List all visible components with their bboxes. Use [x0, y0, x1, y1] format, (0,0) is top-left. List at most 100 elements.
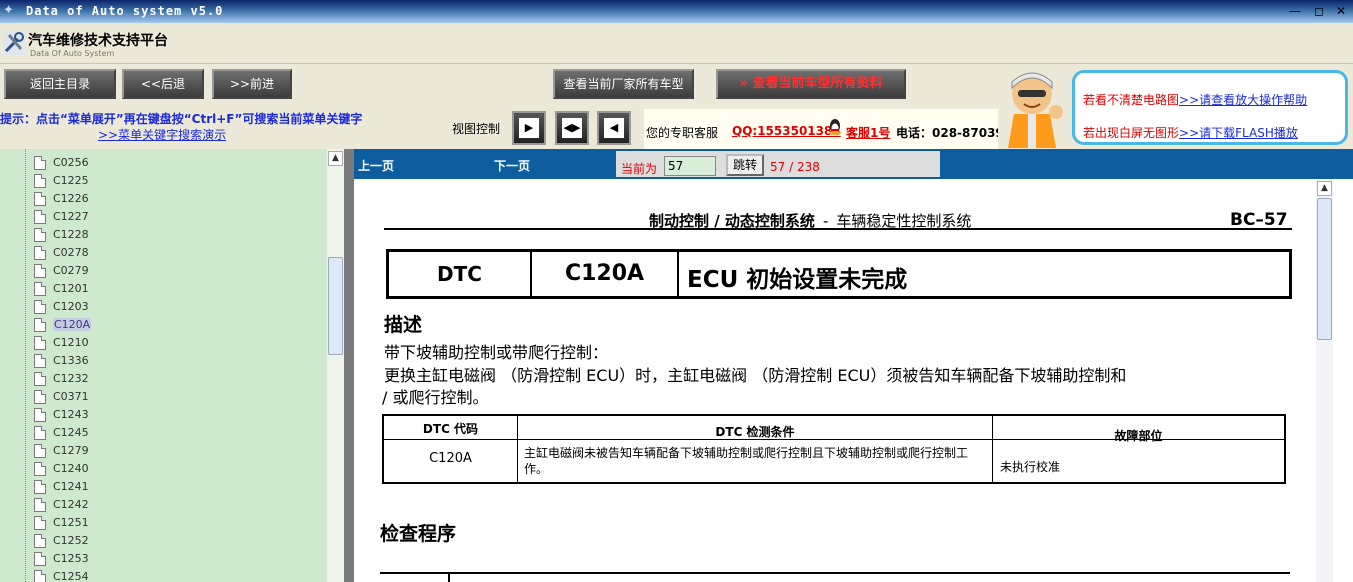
description-line-1: 带下坡辅助控制或带爬行控制： [384, 343, 609, 362]
main-toolbar: 返回主目录 <<后退 >>前进 查看当前厂家所有车型 » 查看当前车型所有资料 [0, 64, 998, 109]
arrow-right-icon: ▶ [519, 118, 539, 138]
document-icon [34, 228, 46, 242]
jump-button[interactable]: 跳转 [726, 154, 764, 176]
tree-item-label: C0371 [53, 390, 89, 403]
cell-detection-condition: 主缸电磁阀未被告知车辆配备下坡辅助控制或爬行控制且下坡辅助控制或爬行控制工作。 [524, 446, 969, 476]
view-right-button[interactable]: ▶ [512, 111, 546, 145]
document-icon [34, 174, 46, 188]
search-hint: 提示：点击“菜单展开”再在键盘按“Ctrl+F”可搜索当前菜单关键字 [0, 112, 363, 126]
service-link[interactable]: 客服1号 [846, 124, 890, 141]
document-scrollbar[interactable]: ▲ [1316, 179, 1333, 582]
flash-download-link[interactable]: >>请下载FLASH播放 [1179, 126, 1298, 140]
view-control-label: 视图控制 [452, 122, 501, 136]
tree-item-label: C1336 [53, 354, 89, 367]
view-all-data-button[interactable]: » 查看当前车型所有资料 [716, 69, 906, 99]
arrow-left-icon: ◀ [604, 118, 624, 138]
page-count: 57 / 238 [770, 160, 820, 174]
wrench-logo-icon [3, 31, 25, 55]
tree-item-label: C1242 [53, 498, 89, 511]
document-icon [34, 282, 46, 296]
document-nav-bar: 上一页 下一页 当前为 跳转 57 / 238 [354, 149, 1353, 179]
qq-penguin-icon[interactable] [828, 118, 842, 136]
tree-item-label: C0256 [53, 156, 89, 169]
page-number-input[interactable] [664, 156, 716, 176]
tree-item-label: C1225 [53, 174, 89, 187]
tree-connector-line [25, 149, 26, 582]
tree-scrollbar[interactable]: ▲ [327, 149, 344, 582]
document-icon [34, 318, 46, 332]
document-icon [34, 264, 46, 278]
help-line-1: 若看不清楚电路图>>请查看放大操作帮助 [1083, 91, 1307, 108]
dtc-code: C120A [532, 252, 679, 296]
tree-item-label: C1228 [53, 228, 89, 241]
app-icon: ✦ [3, 3, 14, 18]
tree-item-label: C1243 [53, 408, 89, 421]
document-icon [34, 192, 46, 206]
minimize-icon[interactable]: — [1284, 3, 1306, 20]
close-icon[interactable]: ✕ [1330, 3, 1352, 20]
back-button[interactable]: <<后退 [122, 69, 204, 99]
qq-link[interactable]: QQ:1553501388 [732, 124, 841, 138]
help-line-2: 若出现白屏无图形>>请下载FLASH播放 [1083, 124, 1298, 141]
window-title-bar: ✦ Data of Auto system v5.0 — ◻ ✕ [0, 0, 1353, 23]
cell-dtc-code: C120A [429, 451, 472, 466]
document-scroll-thumb[interactable] [1317, 198, 1332, 340]
document-margin [1333, 179, 1353, 582]
forward-button[interactable]: >>前进 [212, 69, 292, 99]
document-icon [34, 390, 46, 404]
document-icon [34, 354, 46, 368]
tree-item-label: C1227 [53, 210, 89, 223]
tree-item-label: C1210 [53, 336, 89, 349]
document-icon [34, 570, 46, 582]
view-all-data-label: 查看当前车型所有资料 [752, 76, 883, 91]
document-icon [34, 210, 46, 224]
help-line-2-text: 若出现白屏无图形 [1083, 126, 1180, 140]
double-arrow-icon: » [739, 76, 748, 91]
phone-number: 电话：028-87039 [896, 126, 1004, 140]
home-button[interactable]: 返回主目录 [4, 69, 116, 99]
document-icon [34, 552, 46, 566]
scroll-up-icon[interactable]: ▲ [1317, 181, 1332, 196]
document-icon [34, 300, 46, 314]
view-left-button[interactable]: ◀ [597, 111, 631, 145]
tree-item-label: C0279 [53, 264, 89, 277]
header-fault-area: 故障部位 [1114, 429, 1163, 443]
view-split-button[interactable]: ◀▶ [555, 111, 589, 145]
cell-fault-area: 未执行校准 [1000, 460, 1061, 474]
current-page-label: 当前为 [621, 162, 658, 176]
dtc-title: ECU 初始设置未完成 [687, 267, 908, 293]
tree-scroll-thumb[interactable] [328, 257, 343, 355]
search-demo-link[interactable]: >>菜单关键字搜索演示 [98, 126, 226, 143]
tree-item-label: C1279 [53, 444, 89, 457]
zoom-help-link[interactable]: >>请查看放大操作帮助 [1179, 93, 1307, 107]
document-icon [34, 462, 46, 476]
document-icon [34, 246, 46, 260]
scroll-up-icon[interactable]: ▲ [328, 151, 343, 166]
description-heading: 描述 [384, 314, 423, 336]
app-subtitle: Data Of Auto System [30, 49, 115, 58]
document-icon [34, 156, 46, 170]
tree-item-label: C1251 [53, 516, 89, 529]
document-icon [34, 336, 46, 350]
document-icon [34, 534, 46, 548]
tree-item-label: C120A [53, 318, 92, 331]
help-area: 若看不清楚电路图>>请查看放大操作帮助 若出现白屏无图形>>请下载FLASH播放 [998, 64, 1353, 149]
table-divider [992, 416, 993, 482]
document-icon [34, 426, 46, 440]
header-rule [384, 228, 1292, 230]
tree-item-label: C1201 [53, 282, 89, 295]
panel-splitter[interactable] [344, 149, 354, 582]
procedure-heading: 检查程序 [380, 523, 457, 545]
tree-item-label: C0278 [53, 246, 89, 259]
description-line-2: 更换主缸电磁阀 （防滑控制 ECU）时，主缸电磁阀 （防滑控制 ECU）须被告知… [384, 366, 1127, 385]
procedure-table-divider [448, 572, 450, 582]
document-icon [34, 480, 46, 494]
procedure-table-top [380, 572, 1290, 574]
next-page-link[interactable]: 下一页 [494, 157, 530, 174]
left-tree-panel: C0256 C1225 C1226 C1227 C1228 C0278 C0279 C1201… [0, 149, 344, 582]
view-all-models-button[interactable]: 查看当前厂家所有车型 [553, 69, 694, 99]
description-line-3: / 或爬行控制。 [382, 388, 489, 407]
prev-page-link[interactable]: 上一页 [358, 157, 394, 174]
contact-info: 您的专职客服 QQ:1553501388 客服1号 电话：028-87039 [644, 109, 1004, 149]
maximize-icon[interactable]: ◻ [1308, 3, 1330, 20]
